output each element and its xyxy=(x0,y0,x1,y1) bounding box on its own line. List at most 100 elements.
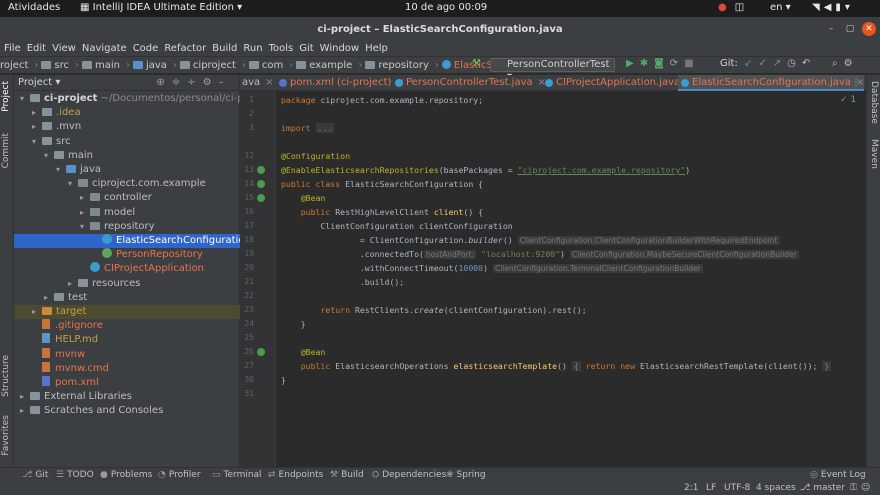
tree-item[interactable]: ElasticSearchConfiguration xyxy=(14,234,251,248)
git-rollback-icon[interactable]: ↶ xyxy=(802,58,816,69)
collapsed-arrow-icon[interactable]: ▸ xyxy=(32,120,42,134)
bottom-tab-spring[interactable]: ❀ Spring xyxy=(446,470,486,480)
git-branch[interactable]: ⎇ master xyxy=(800,483,845,493)
menu-help[interactable]: Help xyxy=(365,43,388,54)
expand-icon[interactable]: ÷ xyxy=(187,77,202,88)
collapsed-arrow-icon[interactable]: ▸ xyxy=(20,390,30,404)
gear-icon[interactable]: ⚙ xyxy=(203,77,219,88)
menu-view[interactable]: View xyxy=(52,43,76,54)
tree-item[interactable]: ▸ controller xyxy=(14,191,240,205)
tree-item[interactable]: PersonRepository xyxy=(14,248,240,262)
file-encoding[interactable]: UTF-8 xyxy=(724,483,750,493)
bottom-tab-profiler[interactable]: ◔ Profiler xyxy=(158,470,201,480)
tree-item[interactable]: ▾ ci-project ~/Documentos/personal/ci-pro… xyxy=(14,92,272,106)
menu-navigate[interactable]: Navigate xyxy=(82,43,127,54)
menu-tools[interactable]: Tools xyxy=(269,43,294,54)
profile-icon[interactable]: ⟳ xyxy=(670,58,684,69)
hide-icon[interactable]: – xyxy=(219,77,231,88)
tree-item[interactable]: mvnw xyxy=(14,347,240,362)
tree-item[interactable]: ▸ test xyxy=(14,291,240,305)
expanded-arrow-icon[interactable]: ▾ xyxy=(80,220,90,234)
settings-icon[interactable]: ⚙ xyxy=(844,58,859,69)
git-history-icon[interactable]: ◷ xyxy=(787,58,802,69)
git-push-icon[interactable]: ↗ xyxy=(773,58,787,69)
commit-tool-tab[interactable]: Commit xyxy=(1,133,11,168)
lock-icon[interactable]: ⚿ xyxy=(850,483,861,493)
tree-item[interactable]: ▸ resources xyxy=(14,277,240,291)
inspector-icon[interactable]: ☺ xyxy=(861,483,874,493)
expanded-arrow-icon[interactable]: ▾ xyxy=(20,92,30,106)
close-tab-icon[interactable]: × xyxy=(265,77,273,88)
spring-bean-gutter-icon[interactable] xyxy=(257,180,265,188)
project-view-selector[interactable]: Project ▾ xyxy=(18,77,60,88)
event-log-tab[interactable]: ◎ Event Log xyxy=(810,470,866,480)
collapsed-arrow-icon[interactable]: ▸ xyxy=(20,404,30,418)
tree-item[interactable]: ▸ target xyxy=(14,305,240,319)
breadcrumb-main[interactable]: main xyxy=(81,60,120,71)
menu-edit[interactable]: Edit xyxy=(27,43,46,54)
tree-item[interactable]: HELP.md xyxy=(14,333,240,347)
tree-item[interactable]: ▾ repository xyxy=(14,220,240,234)
tree-item[interactable]: ▾ src xyxy=(14,135,240,149)
menu-run[interactable]: Run xyxy=(243,43,262,54)
menu-refactor[interactable]: Refactor xyxy=(164,43,206,54)
tree-item[interactable]: .gitignore xyxy=(14,319,240,333)
editor-tab[interactable]: pom.xml (ci-project)× xyxy=(276,75,405,91)
build-hammer-icon[interactable]: ⚒ xyxy=(472,58,487,69)
collapsed-arrow-icon[interactable]: ▸ xyxy=(32,305,42,319)
language-selector[interactable]: en ▾ xyxy=(770,2,791,13)
close-window-button[interactable]: ✕ xyxy=(862,22,876,36)
git-commit-icon[interactable]: ✓ xyxy=(758,58,772,69)
breadcrumb-project[interactable]: roject xyxy=(0,60,28,71)
line-separator[interactable]: LF xyxy=(706,483,716,493)
breadcrumb-src[interactable]: src xyxy=(41,60,69,71)
code-editor[interactable]: 1 2 3 12 13 14 15 16 17 18 19 20 21 22 23 24 25 26 27 30 31 … xyxy=(240,91,866,467)
folded-imports[interactable]: ... xyxy=(315,123,335,133)
editor-tab[interactable]: ElasticSearchConfiguration.java × xyxy=(678,75,865,91)
bottom-tab-build[interactable]: ⚒ Build xyxy=(330,470,364,480)
spring-bean-gutter-icon[interactable] xyxy=(257,166,265,174)
menu-build[interactable]: Build xyxy=(212,43,237,54)
tree-item[interactable]: ▸ model xyxy=(14,206,240,220)
breadcrumb-com[interactable]: com xyxy=(248,60,283,71)
menu-file[interactable]: File xyxy=(4,43,21,54)
inspection-bar[interactable]: ✓ 1 xyxy=(840,91,866,467)
collapsed-arrow-icon[interactable]: ▸ xyxy=(68,277,78,291)
tree-item[interactable]: ▸ .mvn xyxy=(14,120,240,134)
tree-item[interactable]: ▸ External Libraries xyxy=(14,390,240,404)
breadcrumb-ciproject[interactable]: ciproject xyxy=(179,60,236,71)
bottom-tab-terminal[interactable]: ▭ Terminal xyxy=(212,470,262,480)
search-icon[interactable]: ⌕ xyxy=(832,58,844,69)
collapsed-arrow-icon[interactable]: ▸ xyxy=(32,106,42,120)
bottom-tab-dependencies[interactable]: ⛭ Dependencies xyxy=(372,470,446,480)
tree-item[interactable]: ▾ ciproject.com.example xyxy=(14,177,240,191)
collapsed-arrow-icon[interactable]: ▸ xyxy=(44,291,54,305)
breadcrumb-repository[interactable]: repository xyxy=(365,60,429,71)
breadcrumb-example[interactable]: example xyxy=(296,60,352,71)
run-icon[interactable]: ▶ xyxy=(626,58,640,69)
inspection-count[interactable]: ✓ 1 xyxy=(840,95,856,105)
indent-setting[interactable]: 4 spaces xyxy=(756,483,796,493)
minimize-button[interactable]: – xyxy=(824,22,838,36)
collapsed-arrow-icon[interactable]: ▸ xyxy=(80,191,90,205)
project-tool-tab[interactable]: Project xyxy=(1,81,11,112)
menu-window[interactable]: Window xyxy=(320,43,359,54)
tab-list-icon[interactable]: ⋮ xyxy=(851,77,861,88)
structure-tool-tab[interactable]: Structure xyxy=(1,355,11,397)
menu-git[interactable]: Git xyxy=(299,43,313,54)
clock[interactable]: 10 de ago 00:09 xyxy=(405,2,487,13)
bottom-tab-git[interactable]: ⎇ Git xyxy=(22,470,48,480)
menu-code[interactable]: Code xyxy=(133,43,159,54)
debug-icon[interactable]: ✱ xyxy=(640,58,654,69)
bottom-tab-endpoints[interactable]: ⇄ Endpoints xyxy=(268,470,323,480)
system-menu[interactable]: ◥◀▮▾ xyxy=(812,2,854,13)
expanded-arrow-icon[interactable]: ▾ xyxy=(32,135,42,149)
app-menu[interactable]: ▦ IntelliJ IDEA Ultimate Edition ▾ xyxy=(80,2,242,13)
tree-item[interactable]: CIProjectApplication xyxy=(14,262,240,276)
locate-icon[interactable]: ⊕ xyxy=(156,77,171,88)
tray-icons[interactable]: ●◫ xyxy=(718,2,752,13)
caret-position[interactable]: 2:1 xyxy=(684,483,698,493)
chrome-icon[interactable]: ● xyxy=(718,2,735,13)
spring-bean-gutter-icon[interactable] xyxy=(257,194,265,202)
collapsed-arrow-icon[interactable]: ▸ xyxy=(80,206,90,220)
